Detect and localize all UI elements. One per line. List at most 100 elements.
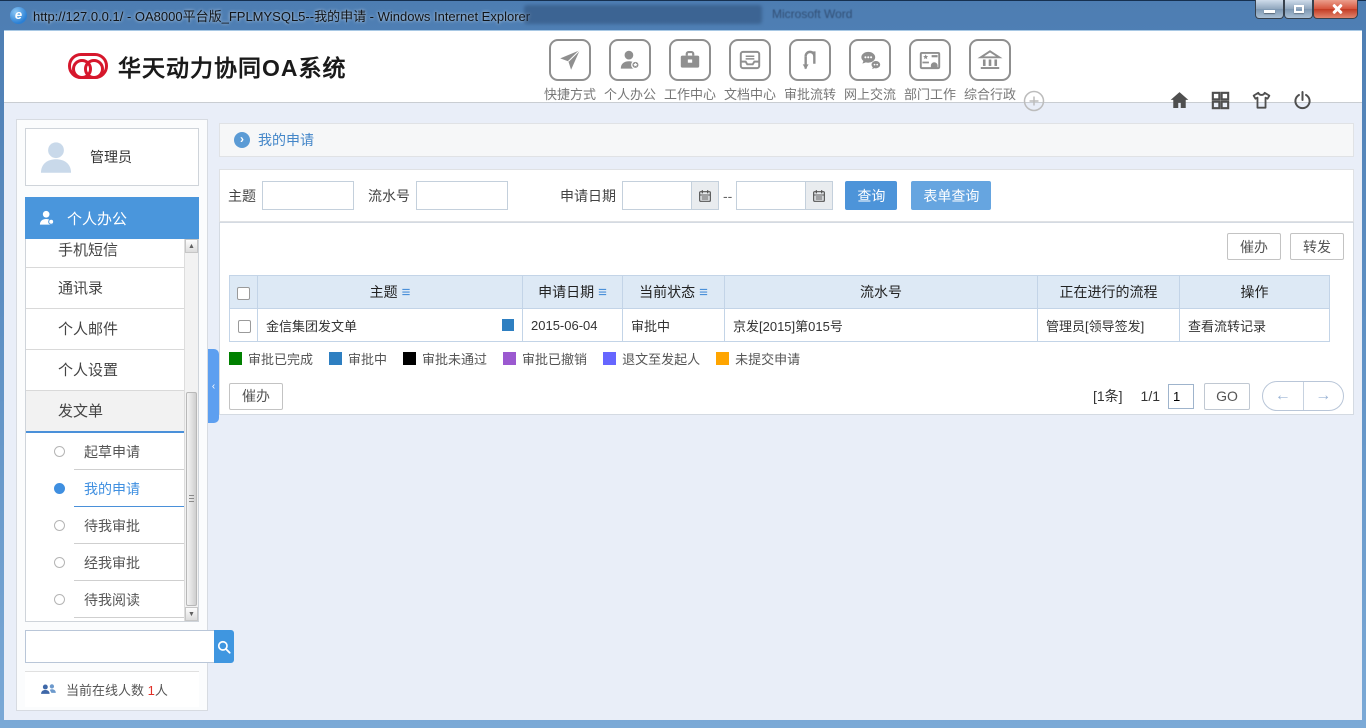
results-panel: 催办 转发 主题 ≡ 申请日期 ≡ 当前状态 ≡ 流水号 正在进行的流程 操作 … xyxy=(219,222,1354,415)
calendar-icon xyxy=(813,189,826,202)
sidebar-item-sms[interactable]: 手机短信 xyxy=(26,239,198,268)
sidebar-search-button[interactable] xyxy=(214,630,234,663)
legend-swatch xyxy=(503,352,517,365)
next-page-icon[interactable]: → xyxy=(1304,382,1344,410)
app-logo: 华天动力协同OA系统 xyxy=(68,49,347,83)
legend-swatch xyxy=(329,352,343,365)
scroll-down-icon[interactable]: ▼ xyxy=(185,607,198,621)
online-status: 当前在线人数 1人 xyxy=(25,671,199,707)
query-button[interactable]: 查询 xyxy=(845,181,898,210)
select-all-checkbox[interactable] xyxy=(237,286,250,300)
sort-icon[interactable]: ≡ xyxy=(598,284,607,301)
date-to-calendar-button[interactable] xyxy=(805,182,833,209)
nav-item-approval-flow[interactable]: 审批流转 xyxy=(780,39,840,103)
sidebar-subitem-to-read[interactable]: 待我阅读 xyxy=(26,581,198,618)
row-flow: 管理员[领导签发] xyxy=(1037,308,1180,342)
serial-filter-label: 流水号 xyxy=(368,187,410,204)
online-users-icon xyxy=(41,684,56,694)
date-from-calendar-button[interactable] xyxy=(691,182,718,209)
scroll-up-icon[interactable]: ▲ xyxy=(185,239,198,253)
row-serial: 京发[2015]第015号 xyxy=(724,308,1038,342)
sidebar-collapse-handle[interactable]: ‹ xyxy=(208,349,219,423)
sidebar-search-input[interactable] xyxy=(25,630,214,663)
close-icon xyxy=(1331,3,1343,15)
scrollbar-thumb[interactable] xyxy=(186,391,197,606)
form-query-button[interactable]: 表单查询 xyxy=(911,181,992,210)
sidebar-section-personal-office[interactable]: 个人办公 xyxy=(25,197,199,239)
nav-item-document-center[interactable]: 文档中心 xyxy=(720,39,780,103)
sidebar-section-label: 个人办公 xyxy=(67,210,128,228)
sidebar-subitem-draft-application[interactable]: 起草申请 xyxy=(26,433,198,470)
nav-item-personal-office[interactable]: 个人办公 xyxy=(600,39,660,103)
sidebar-item-settings[interactable]: 个人设置 xyxy=(26,350,198,391)
date-from-group xyxy=(622,181,719,210)
breadcrumb-arrow-icon: › xyxy=(234,132,250,148)
nav-item-shortcuts[interactable]: 快捷方式 xyxy=(540,39,600,103)
online-unit: 人 xyxy=(154,683,168,698)
row-subject[interactable]: 金信集团发文单 xyxy=(266,316,357,335)
column-header-operation: 操作 xyxy=(1179,275,1330,309)
logo-text: 华天动力协同OA系统 xyxy=(118,55,347,81)
nav-item-department-work[interactable]: 部门工作 xyxy=(900,39,960,103)
prev-page-icon[interactable]: ← xyxy=(1263,382,1304,410)
radio-icon xyxy=(54,483,65,494)
row-checkbox[interactable] xyxy=(238,319,251,333)
nav-item-work-center[interactable]: 工作中心 xyxy=(660,39,720,103)
nav-item-online-chat[interactable]: 网上交流 xyxy=(840,39,900,103)
pagination: [1条] 1/1 GO ← → xyxy=(1093,381,1344,411)
column-header-subject[interactable]: 主题 ≡ xyxy=(257,275,523,309)
sidebar-item-contacts[interactable]: 通讯录 xyxy=(26,268,198,309)
user-name: 管理员 xyxy=(90,149,132,165)
chat-bubbles-icon xyxy=(861,51,881,70)
sidebar-item-mail[interactable]: 个人邮件 xyxy=(26,309,198,350)
online-label: 当前在线人数 xyxy=(66,683,145,698)
minimize-button[interactable] xyxy=(1255,0,1284,19)
sort-icon[interactable]: ≡ xyxy=(699,284,708,301)
legend-item: 审批已撤销 xyxy=(503,349,587,368)
radio-icon xyxy=(54,520,65,531)
avatar xyxy=(40,142,72,173)
filter-bar: 主题 流水号 申请日期 -- 查询 表单查询 xyxy=(219,169,1354,222)
close-button[interactable] xyxy=(1313,0,1358,19)
sidebar-subitem-pending-approval[interactable]: 待我审批 xyxy=(26,507,198,544)
breadcrumb: › 我的申请 xyxy=(219,123,1354,157)
urge-button-bottom[interactable]: 催办 xyxy=(229,382,283,410)
date-to-input[interactable] xyxy=(737,182,806,209)
column-header-flow: 正在进行的流程 xyxy=(1037,275,1180,309)
urge-button-top[interactable]: 催办 xyxy=(1227,233,1281,260)
person-star-icon xyxy=(620,50,640,70)
row-status: 审批中 xyxy=(622,308,725,342)
background-window-artifact xyxy=(524,5,762,24)
sidebar-subitem-my-application[interactable]: 我的申请 xyxy=(26,470,198,507)
serial-filter-input[interactable] xyxy=(416,181,508,210)
date-from-input[interactable] xyxy=(623,182,691,209)
subject-filter-input[interactable] xyxy=(262,181,354,210)
ie-logo-icon: e xyxy=(10,6,27,24)
online-count: 1 xyxy=(147,683,155,698)
maximize-button[interactable] xyxy=(1284,0,1313,19)
sidebar-subitem-approved-by-me[interactable]: 经我审批 xyxy=(26,544,198,581)
column-header-date[interactable]: 申请日期 ≡ xyxy=(522,275,623,309)
user-card: 管理员 xyxy=(25,128,199,186)
logo-icon xyxy=(68,53,108,79)
forward-button[interactable]: 转发 xyxy=(1290,233,1344,260)
column-header-status[interactable]: 当前状态 ≡ xyxy=(622,275,725,309)
background-window-title: Microsoft Word xyxy=(772,7,853,21)
date-filter-label: 申请日期 xyxy=(560,187,616,204)
department-building-icon xyxy=(919,51,941,70)
sidebar-scrollbar[interactable]: ▲ ▼ xyxy=(184,239,198,621)
nav-item-administration[interactable]: 综合行政 xyxy=(960,39,1020,103)
go-button[interactable]: GO xyxy=(1204,382,1250,410)
sidebar-search xyxy=(25,630,234,663)
legend-swatch xyxy=(716,352,730,365)
sidebar-item-dispatch-doc[interactable]: 发文单 xyxy=(26,391,198,433)
page-number-input[interactable] xyxy=(1168,383,1194,409)
row-operation-link[interactable]: 查看流转记录 xyxy=(1179,308,1330,342)
sidebar-menu: 手机短信 通讯录 个人邮件 个人设置 发文单 起草申请 我的申请 待我审批 经我… xyxy=(25,239,199,622)
legend-swatch xyxy=(603,352,617,365)
status-legend: 审批已完成 审批中 审批未通过 审批已撤销 退文至发起人 未提交申请 xyxy=(229,349,1344,368)
page-title: 我的申请 xyxy=(258,132,314,148)
sort-icon[interactable]: ≡ xyxy=(402,284,411,301)
table-row: 金信集团发文单 2015-06-04 审批中 京发[2015]第015号 管理员… xyxy=(229,308,1330,342)
status-in-approval-icon xyxy=(502,319,514,331)
